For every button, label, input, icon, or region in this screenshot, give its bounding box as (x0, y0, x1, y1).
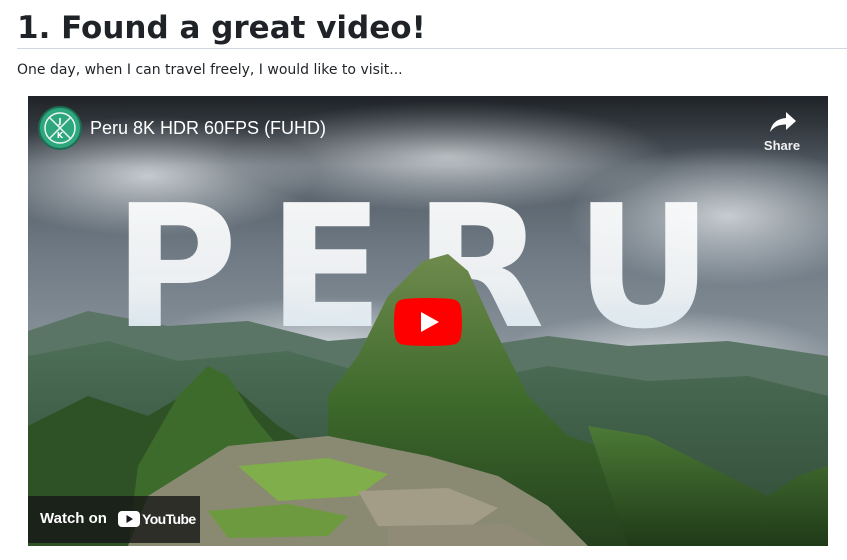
youtube-wordmark: YouTube (142, 511, 196, 527)
channel-logo-icon: J K (44, 112, 76, 144)
share-button[interactable]: Share (758, 108, 806, 158)
youtube-embed[interactable]: PERU J K P (28, 96, 828, 546)
intro-paragraph: One day, when I can travel freely, I wou… (17, 62, 403, 78)
play-button[interactable] (394, 298, 462, 346)
youtube-play-icon (118, 511, 140, 527)
svg-text:J: J (58, 117, 62, 126)
video-title-link[interactable]: Peru 8K HDR 60FPS (FUHD) (90, 116, 326, 140)
svg-text:K: K (57, 131, 64, 140)
play-icon (394, 298, 462, 346)
channel-avatar[interactable]: J K (38, 106, 82, 150)
youtube-logo: YouTube (118, 509, 196, 529)
share-label: Share (763, 138, 801, 153)
watch-on-label: Watch on (40, 510, 107, 527)
share-arrow-icon (770, 112, 796, 132)
page-heading: 1. Found a great video! (17, 8, 847, 49)
watch-on-youtube-button[interactable]: Watch on YouTube (28, 496, 200, 543)
page: 1. Found a great video! One day, when I … (0, 0, 847, 560)
